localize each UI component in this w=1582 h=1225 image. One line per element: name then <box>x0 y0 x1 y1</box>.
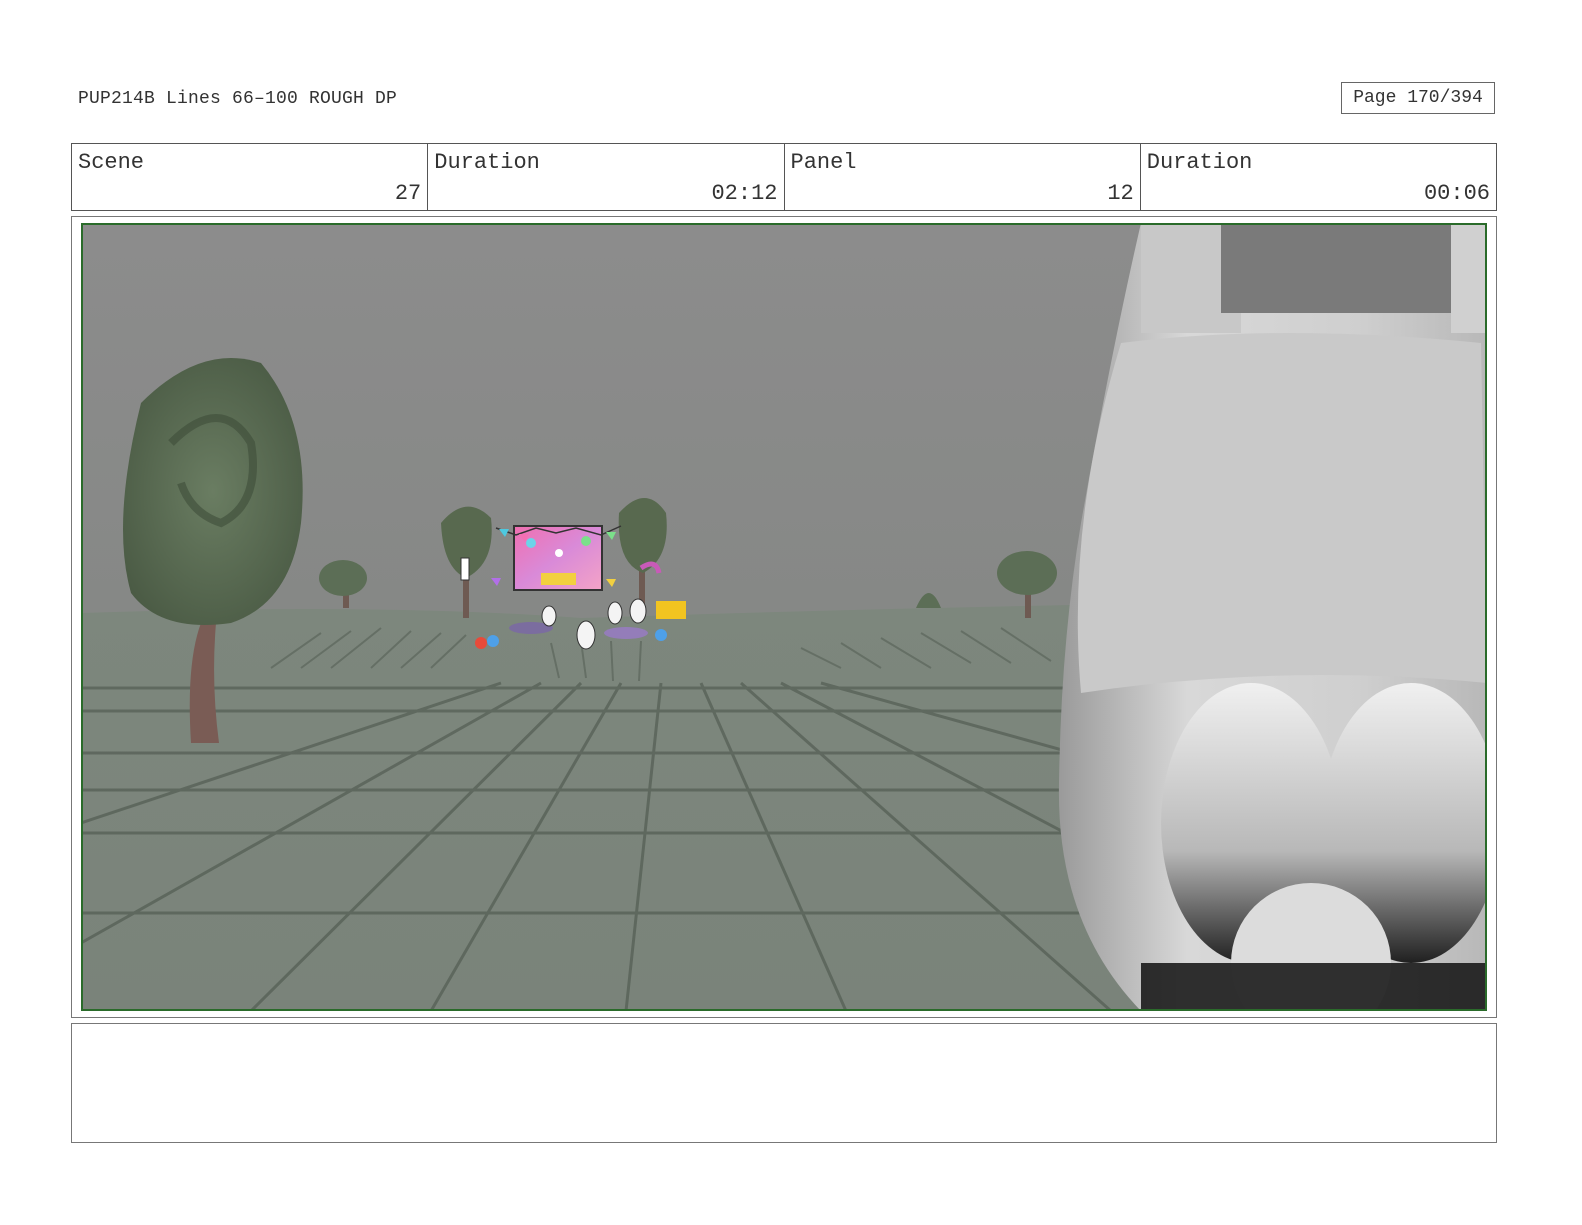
scene-cell: Scene 27 <box>72 144 429 210</box>
panel-value: 12 <box>1107 181 1134 206</box>
scene-info-table: Scene 27 Duration 02:12 Panel 12 Duratio… <box>71 143 1497 211</box>
scene-duration-cell: Duration 02:12 <box>428 144 785 210</box>
panel-cell: Panel 12 <box>785 144 1141 210</box>
document-title: PUP214B Lines 66–100 ROUGH DP <box>78 89 398 109</box>
panel-label: Panel <box>790 150 857 175</box>
scene-duration-label: Duration <box>434 150 540 175</box>
panel-duration-value: 00:06 <box>1423 181 1490 206</box>
scene-label: Scene <box>78 150 145 175</box>
panel-duration-cell: Duration 00:06 <box>1141 144 1496 210</box>
page-number: Page 170/394 <box>1341 82 1495 114</box>
scene-duration-value: 02:12 <box>711 181 778 206</box>
storyboard-image <box>81 223 1487 1011</box>
notes-box <box>71 1023 1497 1143</box>
foreground-dog <box>1058 223 1487 1011</box>
panel-duration-label: Duration <box>1146 150 1253 175</box>
scene-value: 27 <box>394 181 422 206</box>
